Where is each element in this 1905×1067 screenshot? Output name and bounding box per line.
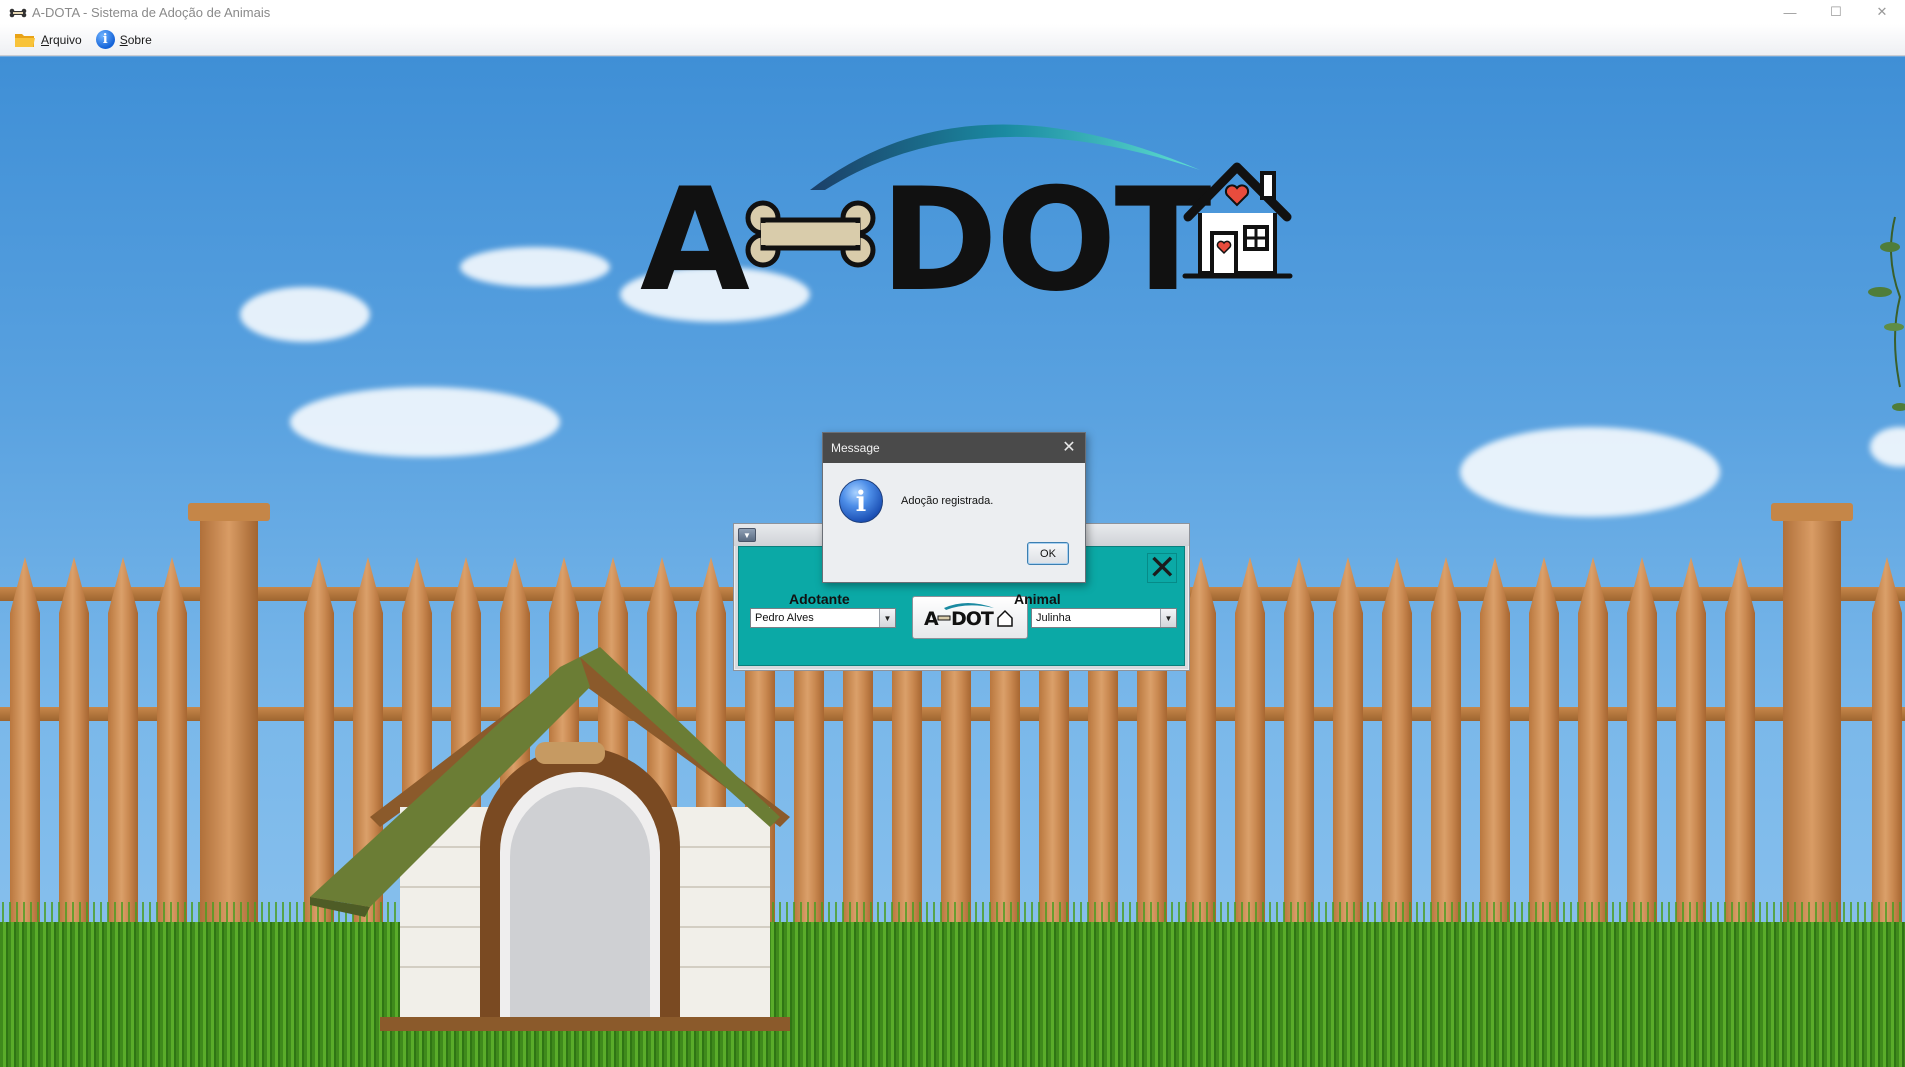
fence-picket [1186,557,1216,957]
menu-sobre[interactable]: i Sobre [94,28,154,52]
window-title-bar: A-DOTA - Sistema de Adoção de Animais — … [0,0,1905,24]
bone-app-icon [9,7,27,18]
menu-arquivo[interactable]: Arquivo [12,28,84,52]
fence-picket [157,557,187,957]
dialog-titlebar[interactable]: Message ✕ [823,433,1085,463]
logo-letters-dot: DOT [880,158,1211,323]
menu-sobre-rest: obre [127,32,152,47]
cloud [240,287,370,342]
menu-sobre-label: Sobre [120,33,152,47]
menu-sobre-mnemonic: S [119,32,128,47]
menu-arquivo-rest: rquivo [49,32,82,47]
fence-picket [1529,557,1559,957]
fence-picket [1676,557,1706,957]
fence-picket [59,557,89,957]
cloud [1460,427,1720,517]
close-window-button[interactable]: ✕ [1859,0,1905,24]
fence-post-cap [1771,503,1853,521]
dialog-title: Message [831,441,880,455]
message-dialog: Message ✕ i Adoção registrada. OK [822,432,1086,583]
svg-text:DOT: DOT [951,608,994,628]
fence-picket [1725,557,1755,957]
svg-text:A: A [924,608,939,628]
fence-picket [1235,557,1265,957]
fence-picket [10,557,40,957]
close-form-button[interactable]: ✕ [1147,551,1177,585]
cloud [290,387,560,457]
house-heart-icon [1182,162,1293,279]
animal-combobox[interactable]: Julinha ▼ [1031,608,1177,628]
fence-picket [1333,557,1363,957]
fence-picket [1382,557,1412,957]
system-menu-button[interactable]: ▼ [738,528,756,542]
menu-arquivo-label: Arquivo [41,33,82,47]
folder-icon [14,31,36,49]
fence-picket [108,557,138,957]
fence-picket [1431,557,1461,957]
doghouse-image [310,647,790,1031]
adotante-label: Adotante [789,591,850,607]
menu-bar: Arquivo i Sobre [0,24,1905,56]
fence-post-cap [188,503,270,521]
animal-label: Animal [1014,591,1061,607]
maximize-button[interactable]: ☐ [1813,0,1859,24]
leaves-decoration [1868,216,1905,411]
cloud [460,247,610,287]
logo-letter-a: A [640,158,750,323]
adopt-button[interactable]: A DOT [912,596,1028,639]
adopt-mini-logo-icon: A DOT [924,603,1013,630]
menu-arquivo-mnemonic: A [41,32,50,47]
window-title: A-DOTA - Sistema de Adoção de Animais [32,4,271,20]
grass [0,922,1905,1067]
adota-logo: A DOT [640,100,1300,323]
fence-post [1783,517,1841,937]
fence-picket [1284,557,1314,957]
adopt-button-logo: A DOT [922,602,1018,633]
animal-value: Julinha [1036,612,1071,624]
chevron-down-icon[interactable]: ▼ [879,609,895,627]
bone-icon [745,200,876,268]
fence-post [200,517,258,937]
chevron-down-icon[interactable]: ▼ [1160,609,1176,627]
minimize-button[interactable]: — [1767,0,1813,24]
fence-picket [1627,557,1657,957]
information-icon: i [839,479,883,523]
adotante-value: Pedro Alves [755,612,814,624]
ok-button[interactable]: OK [1027,542,1069,565]
dialog-close-button[interactable]: ✕ [1059,438,1079,458]
fence-picket [1480,557,1510,957]
adotante-combobox[interactable]: Pedro Alves ▼ [750,608,896,628]
dialog-message: Adoção registrada. [901,495,994,507]
fence-picket [1872,557,1902,957]
info-icon: i [95,30,115,49]
fence-picket [1578,557,1608,957]
